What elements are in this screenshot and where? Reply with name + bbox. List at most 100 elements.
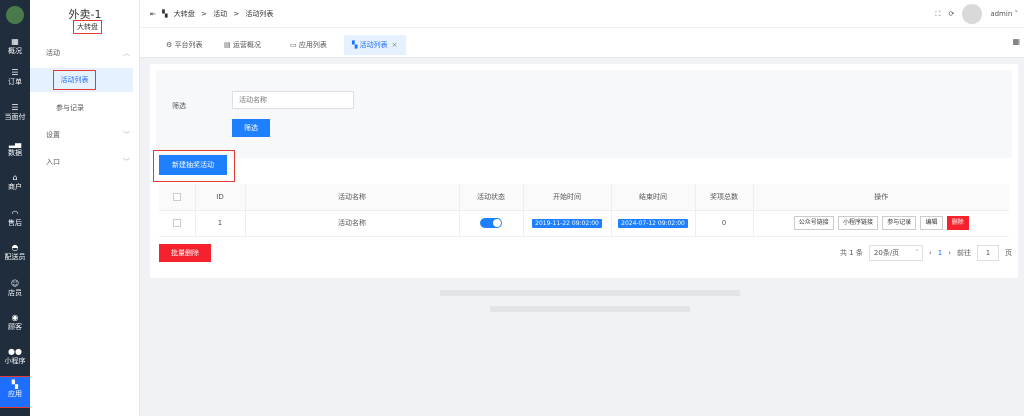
top-bar: ⇤ ▚ 大转盘 > 活动 > 活动列表 ⛶ ⟳ admin ˅ — [140, 0, 1024, 28]
column-header[interactable]: ID — [195, 184, 246, 211]
page-tabs: ⚙ 平台列表 ▤ 运营概况 ▭ 应用列表 ▚ 活动列表 × ▦ — [140, 28, 1024, 58]
column-header: 开始时间 — [523, 184, 612, 211]
status-toggle[interactable] — [480, 218, 502, 228]
footer-copyright — [440, 290, 740, 296]
sidebar-item-records[interactable]: 参与记录 — [56, 103, 84, 113]
sidebar-group-settings[interactable]: 设置 ﹀ — [46, 130, 130, 140]
chevron-up-icon: ︿ — [123, 49, 130, 57]
table-row: 1 活动名称 2019-11-22 09:02:00 2024-07-12 09… — [159, 210, 1009, 237]
delete-button[interactable]: 删除 — [946, 216, 969, 230]
breadcrumb-item: 活动列表 — [245, 10, 274, 18]
create-activity-button[interactable]: 新建抽奖活动 — [159, 155, 227, 175]
rail-item-clerks[interactable]: ☺ 店员 — [0, 276, 30, 306]
sidebar-group-entry[interactable]: 入口 ﹀ — [46, 157, 130, 167]
row-checkbox[interactable] — [172, 219, 181, 227]
chevron-down-icon: ˅ — [1014, 10, 1019, 18]
rail-item-couriers[interactable]: ◓ 配送员 — [0, 240, 30, 270]
column-header: 奖项总数 — [695, 184, 754, 211]
prev-page-icon[interactable]: ‹ — [929, 249, 932, 257]
tab-activity-list[interactable]: ▚ 活动列表 × — [344, 35, 406, 55]
settings-icon: ⚙ — [166, 41, 173, 49]
app-rail: ▦ 概况 ☰ 订单 ☰ 当面付 ▂▄ 数据 ⌂ 商户 ◠ 售后 ◓ 配送员 ☺ 店员 ◉ 顾客 ●… — [0, 0, 31, 416]
user-icon: ☺ — [10, 279, 20, 288]
cell-prize-count: 0 — [695, 210, 754, 237]
page-suffix: 页 — [1005, 249, 1012, 257]
rail-item-orders[interactable]: ☰ 订单 — [0, 65, 30, 95]
chat-icon: ●● — [8, 347, 22, 356]
sidebar-group-activity[interactable]: 活动 ︿ — [46, 48, 130, 58]
chart-icon: ▤ — [224, 41, 231, 49]
chevron-down-icon: ﹀ — [123, 158, 130, 166]
user-menu[interactable]: admin ˅ — [990, 10, 1018, 18]
table-header-row: ID 活动名称 活动状态 开始时间 结束时间 奖项总数 操作 — [159, 184, 1009, 211]
fullscreen-icon[interactable]: ⛶ — [936, 10, 941, 19]
rail-item-mini-program[interactable]: ●● 小程序 — [0, 344, 30, 374]
goto-label: 前往 — [957, 249, 971, 257]
cell-id: 1 — [195, 210, 246, 237]
rail-item-overview[interactable]: ▦ 概况 — [0, 34, 30, 64]
close-icon[interactable]: × — [392, 41, 398, 49]
column-header: 活动状态 — [459, 184, 524, 211]
sidebar-item-activity-list[interactable]: 活动列表 — [53, 70, 96, 90]
rail-item-merchants[interactable]: ⌂ 商户 — [0, 170, 30, 200]
scooter-icon: ◓ — [11, 243, 19, 252]
collapse-menu-icon[interactable]: ⇤ — [150, 10, 156, 18]
app-logo — [6, 6, 24, 24]
secondary-sidebar: 外卖-1 大转盘 活动 ︿ 设置 ﹀ 入口 ﹀ 参与记录 — [30, 0, 140, 416]
apps-icon: ▚ — [162, 10, 168, 18]
bulk-delete-button[interactable]: 批量删除 — [159, 244, 211, 262]
filter-label: 筛选 — [172, 102, 186, 110]
total-count: 共 1 条 — [840, 249, 863, 257]
app-subtitle: 大转盘 — [73, 20, 102, 34]
folder-icon: ▭ — [290, 41, 297, 49]
chevron-down-icon: ﹀ — [123, 131, 130, 139]
activity-name-input[interactable] — [232, 91, 354, 109]
breadcrumb: ⇤ ▚ 大转盘 > 活动 > 活动列表 — [150, 10, 274, 18]
avatar[interactable] — [962, 4, 983, 24]
list-icon: ☰ — [11, 103, 19, 112]
rail-item-face-pay[interactable]: ☰ 当面付 — [0, 100, 30, 130]
apps-icon: ▚ — [352, 41, 358, 49]
goto-page-input[interactable]: 1 — [977, 245, 999, 261]
edit-button[interactable]: 编辑 — [920, 216, 943, 230]
headset-icon: ◠ — [11, 209, 19, 218]
breadcrumb-item[interactable]: 活动 — [213, 10, 227, 18]
column-header: 活动名称 — [245, 184, 460, 211]
page-number[interactable]: 1 — [938, 249, 942, 257]
customer-icon: ◉ — [11, 313, 19, 322]
activity-table: ID 活动名称 活动状态 开始时间 结束时间 奖项总数 操作 1 活动名称 20… — [159, 184, 1009, 237]
tabs-menu-icon[interactable]: ▦ — [1012, 37, 1020, 46]
column-header: 操作 — [753, 184, 1009, 211]
mini-program-link-button[interactable]: 小程序链接 — [837, 216, 878, 230]
rail-item-customers[interactable]: ◉ 顾客 — [0, 310, 30, 340]
cell-name: 活动名称 — [245, 210, 460, 237]
footer-license — [490, 306, 690, 312]
tab-operations-overview[interactable]: ▤ 运营概况 — [216, 35, 269, 55]
next-page-icon[interactable]: › — [948, 249, 951, 257]
bar-chart-icon: ▂▄ — [8, 139, 22, 148]
store-icon: ⌂ — [12, 173, 18, 182]
main-card: 筛选 筛选 新建抽奖活动 ID 活动名称 活动状态 开始时间 结束时间 奖项总数… — [150, 64, 1018, 278]
filter-button[interactable]: 筛选 — [232, 119, 270, 137]
rail-item-data[interactable]: ▂▄ 数据 — [0, 136, 30, 166]
participation-records-button[interactable]: 参与记录 — [882, 216, 917, 230]
chevron-down-icon: ˅ — [915, 249, 919, 257]
end-time-tag: 2024-07-12 09:02:00 — [618, 218, 688, 228]
refresh-icon[interactable]: ⟳ — [948, 10, 954, 18]
official-account-link-button[interactable]: 公众号链接 — [793, 216, 834, 230]
page-size-select[interactable]: 20条/页 ˅ — [868, 245, 923, 261]
pagination: 共 1 条 20条/页 ˅ ‹ 1 › 前往 1 页 — [840, 244, 1012, 262]
rail-item-apps[interactable]: ▚ 应用 — [0, 376, 31, 408]
rail-item-after-sales[interactable]: ◠ 售后 — [0, 206, 30, 236]
column-header: 结束时间 — [611, 184, 696, 211]
list-icon: ☰ — [11, 68, 19, 77]
top-right-tools: ⛶ ⟳ admin ˅ — [936, 4, 1018, 24]
tab-platform-list[interactable]: ⚙ 平台列表 — [158, 35, 211, 55]
filter-panel: 筛选 筛选 — [156, 70, 1012, 158]
select-all-checkbox[interactable] — [172, 192, 181, 201]
apps-icon: ▚ — [11, 380, 19, 389]
start-time-tag: 2019-11-22 09:02:00 — [532, 218, 602, 228]
breadcrumb-item[interactable]: 大转盘 — [174, 10, 195, 18]
tab-app-list[interactable]: ▭ 应用列表 — [282, 35, 335, 55]
grid-icon: ▦ — [11, 37, 19, 46]
